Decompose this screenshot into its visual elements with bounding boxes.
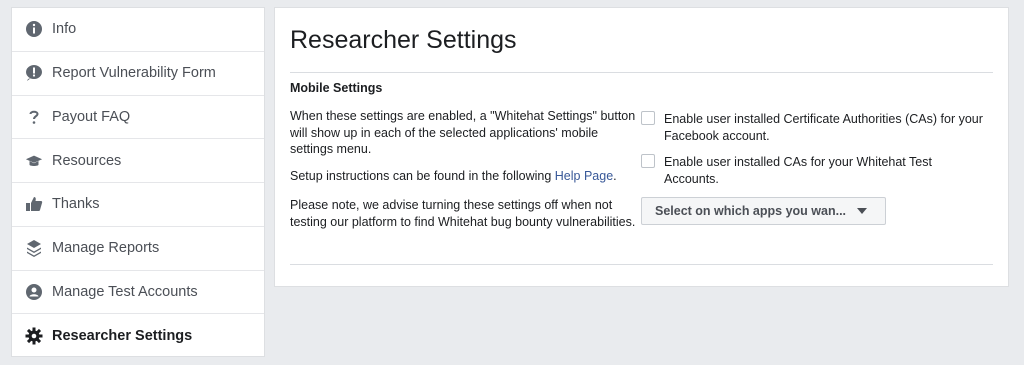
sidebar: Info Report Vulnerability Form Payout FA…	[11, 7, 265, 357]
period-text: .	[613, 169, 617, 183]
sidebar-item-payout-faq[interactable]: Payout FAQ	[12, 96, 264, 140]
ca-facebook-account-checkbox[interactable]	[641, 111, 655, 125]
section-title: Mobile Settings	[290, 81, 383, 95]
sidebar-item-thanks[interactable]: Thanks	[12, 183, 264, 227]
sidebar-item-label: Resources	[52, 152, 122, 169]
apps-select-dropdown[interactable]: Select on which apps you wan...	[641, 197, 886, 225]
description-enabled-settings: When these settings are enabled, a "Whit…	[290, 109, 636, 156]
ca-facebook-account-option: Enable user installed Certificate Author…	[641, 111, 984, 144]
ca-facebook-account-label: Enable user installed Certificate Author…	[664, 112, 983, 143]
ca-whitehat-test-accounts-checkbox[interactable]	[641, 154, 655, 168]
sidebar-item-label: Manage Test Accounts	[52, 283, 198, 300]
divider	[290, 72, 993, 73]
settings-panel: Researcher Settings Mobile Settings When…	[274, 7, 1009, 287]
setup-instructions-text: Setup instructions can be found in the f…	[290, 169, 555, 183]
graduation-cap-icon	[25, 152, 43, 170]
alert-icon	[25, 64, 43, 82]
page-title: Researcher Settings	[290, 26, 517, 54]
question-icon	[25, 108, 43, 126]
description-setup-instructions: Setup instructions can be found in the f…	[290, 168, 640, 185]
sidebar-item-manage-test-accounts[interactable]: Manage Test Accounts	[12, 271, 264, 315]
gear-icon	[25, 327, 43, 345]
sidebar-item-label: Info	[52, 21, 77, 38]
sidebar-item-info[interactable]: Info	[12, 8, 264, 52]
sidebar-item-label: Payout FAQ	[52, 108, 131, 125]
description-note: Please note, we advise turning these set…	[290, 198, 636, 229]
info-icon	[25, 20, 43, 38]
sidebar-item-researcher-settings[interactable]: Researcher Settings	[12, 314, 264, 358]
ca-whitehat-test-accounts-option: Enable user installed CAs for your White…	[641, 154, 984, 187]
caret-down-icon	[857, 208, 868, 214]
ca-whitehat-test-accounts-label: Enable user installed CAs for your White…	[664, 155, 932, 186]
divider	[290, 264, 993, 265]
sidebar-item-manage-reports[interactable]: Manage Reports	[12, 227, 264, 271]
layers-icon	[25, 239, 43, 258]
account-icon	[25, 283, 43, 301]
sidebar-item-resources[interactable]: Resources	[12, 139, 264, 183]
thumbs-up-icon	[25, 195, 43, 213]
sidebar-item-label: Thanks	[52, 196, 100, 213]
apps-select-label: Select on which apps you wan...	[655, 204, 847, 218]
sidebar-item-label: Manage Reports	[52, 240, 160, 257]
sidebar-item-label: Report Vulnerability Form	[52, 65, 216, 82]
sidebar-item-report-vulnerability-form[interactable]: Report Vulnerability Form	[12, 52, 264, 96]
sidebar-item-label: Researcher Settings	[52, 328, 193, 345]
help-page-link[interactable]: Help Page	[555, 169, 613, 183]
